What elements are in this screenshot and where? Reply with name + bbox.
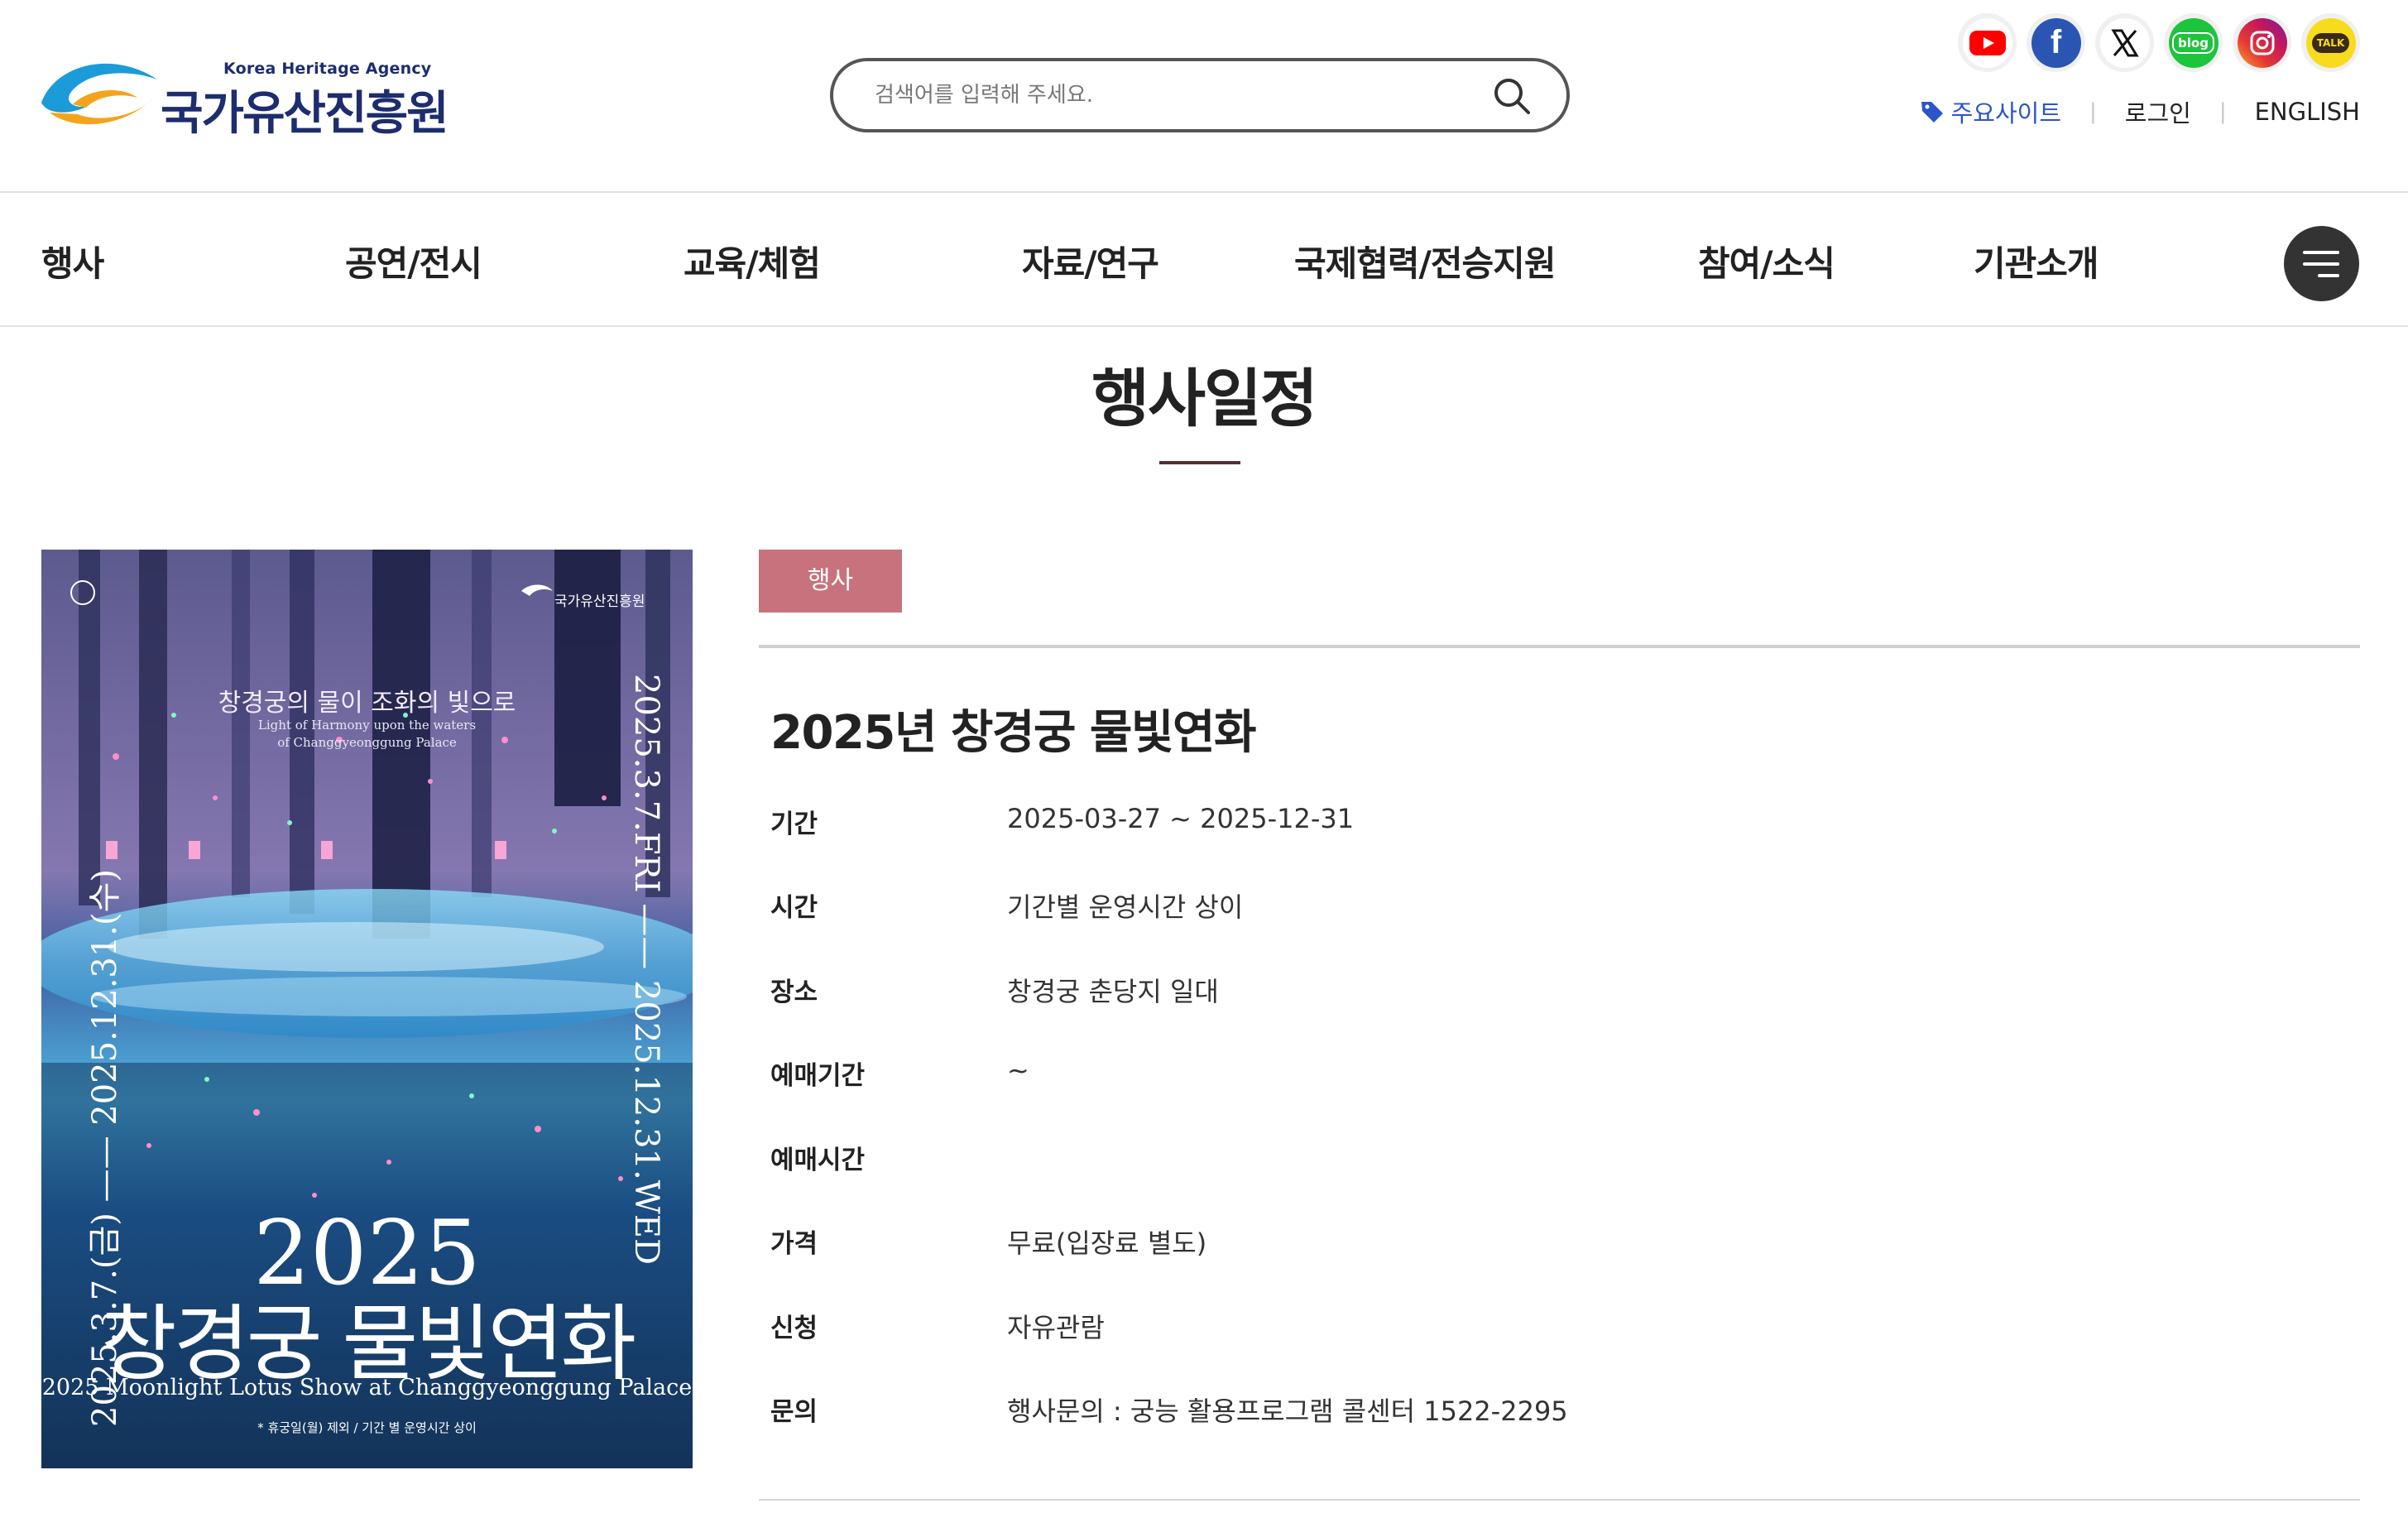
- category-badge: 행사: [759, 550, 902, 612]
- info-value: 무료(입장료 별도): [1007, 1227, 1207, 1259]
- menu-icon: [2303, 262, 2339, 266]
- nav-item-participation[interactable]: 참여/소식: [1698, 236, 1835, 286]
- info-row-booking-period: 예매기간 ~: [770, 1054, 2343, 1104]
- info-label: 가격: [770, 1229, 818, 1259]
- nav-item-events[interactable]: 행사: [41, 236, 104, 286]
- menu-icon: [2318, 274, 2339, 277]
- poster-subtitle-line2: of Changgyeonggung Palace: [277, 735, 457, 750]
- divider: |: [2219, 99, 2227, 124]
- kakaotalk-link[interactable]: TALK: [2301, 13, 2360, 72]
- divider: [759, 1499, 2360, 1501]
- info-row-price: 가격 무료(입장료 별도): [770, 1223, 2343, 1272]
- poster-title: 창경궁의 물이 조화의 빛으로: [218, 689, 516, 718]
- nav-item-education[interactable]: 교육/체험: [684, 236, 821, 286]
- nav-item-about[interactable]: 기관소개: [1974, 236, 2099, 286]
- info-value: 2025-03-27 ~ 2025-12-31: [1007, 803, 1355, 834]
- info-label: 기간: [770, 809, 818, 839]
- title-underline: [1159, 461, 1240, 464]
- nav-item-international[interactable]: 국제협력/전승지원: [1294, 236, 1556, 286]
- info-row-application: 신청 자유관람: [770, 1307, 2343, 1357]
- poster-organization: 국가유산진흥원: [554, 593, 645, 610]
- poster-english-name: 2025 Moonlight Lotus Show at Changgyeong…: [41, 1375, 693, 1400]
- nav-item-research[interactable]: 자료/연구: [1022, 236, 1159, 286]
- logo-mark-icon: [41, 63, 157, 125]
- info-row-period: 기간 2025-03-27 ~ 2025-12-31: [770, 803, 2343, 853]
- kakaotalk-icon: TALK: [2305, 17, 2356, 68]
- utility-links: 주요사이트 | 로그인 | ENGLISH: [1920, 94, 2360, 129]
- divider: |: [2089, 99, 2097, 124]
- info-label: 예매시간: [770, 1146, 866, 1175]
- info-row-time: 시간 기간별 운영시간 상이: [770, 886, 2343, 936]
- info-value: 창경궁 춘당지 일대: [1007, 976, 1219, 1007]
- facebook-link[interactable]: f: [2027, 13, 2085, 72]
- info-row-inquiry: 문의 행사문의 : 궁능 활용프로그램 콜센터 1522-2295: [770, 1391, 2343, 1440]
- blog-link[interactable]: blog: [2164, 13, 2223, 72]
- login-link[interactable]: 로그인: [2125, 94, 2191, 129]
- poster-note: * 휴궁일(월) 제외 / 기간 별 운영시간 상이: [257, 1420, 477, 1435]
- event-title: 2025년 창경궁 물빛연화: [770, 706, 1257, 760]
- menu-icon: [2303, 251, 2339, 254]
- info-row-place: 장소 창경궁 춘당지 일대: [770, 971, 2343, 1021]
- page-title: 행사일정: [1091, 362, 1318, 435]
- info-value: 행사문의 : 궁능 활용프로그램 콜센터 1522-2295: [1007, 1396, 1568, 1427]
- search-box: [830, 58, 1570, 132]
- sns-links: f blog TALK: [1958, 13, 2360, 72]
- logo-english-text: Korea Heritage Agency: [223, 60, 432, 78]
- info-value: 기간별 운영시간 상이: [1007, 891, 1244, 923]
- info-label: 문의: [770, 1397, 818, 1427]
- info-label: 예매기간: [770, 1061, 866, 1091]
- info-value: ~: [1007, 1054, 1029, 1086]
- info-label: 신청: [770, 1314, 818, 1343]
- event-poster: 창경궁의 물이 조화의 빛으로 Light of Harmony upon th…: [41, 550, 693, 1468]
- main-navigation: 행사 공연/전시 교육/체험 자료/연구 국제협력/전승지원 참여/소식 기관소…: [0, 195, 2408, 327]
- youtube-icon: [1962, 17, 2012, 68]
- nav-item-performances[interactable]: 공연/전시: [345, 236, 482, 286]
- site-header: Korea Heritage Agency 국가유산진흥원 f b: [0, 0, 2408, 193]
- info-value: 자유관람: [1007, 1312, 1105, 1343]
- major-sites-link[interactable]: 주요사이트: [1920, 94, 2061, 129]
- info-row-booking-time: 예매시간: [770, 1139, 2343, 1189]
- search-button[interactable]: [1490, 74, 1533, 118]
- instagram-link[interactable]: [2233, 13, 2291, 72]
- site-logo[interactable]: Korea Heritage Agency 국가유산진흥원: [40, 53, 449, 141]
- major-sites-label: 주요사이트: [1950, 99, 2061, 127]
- blog-icon: blog: [2168, 17, 2219, 68]
- tag-icon: [1921, 102, 1943, 122]
- info-label: 시간: [770, 893, 818, 923]
- facebook-icon: f: [2031, 17, 2081, 68]
- logo-korean-text: 국가유산진흥원: [161, 87, 449, 141]
- x-icon: [2099, 17, 2150, 68]
- poster-subtitle-line1: Light of Harmony upon the waters: [257, 718, 477, 733]
- x-link[interactable]: [2095, 13, 2154, 72]
- info-label: 장소: [770, 978, 818, 1007]
- divider: [759, 645, 2360, 648]
- search-input[interactable]: [875, 78, 1470, 113]
- instagram-icon: [2237, 17, 2287, 68]
- english-link[interactable]: ENGLISH: [2255, 98, 2360, 126]
- poster-date-english: 2025.3.7.FRI —— 2025.12.31.WED: [627, 674, 665, 1266]
- youtube-link[interactable]: [1958, 13, 2017, 72]
- all-menu-button[interactable]: [2284, 226, 2359, 301]
- search-icon: [1494, 79, 1530, 114]
